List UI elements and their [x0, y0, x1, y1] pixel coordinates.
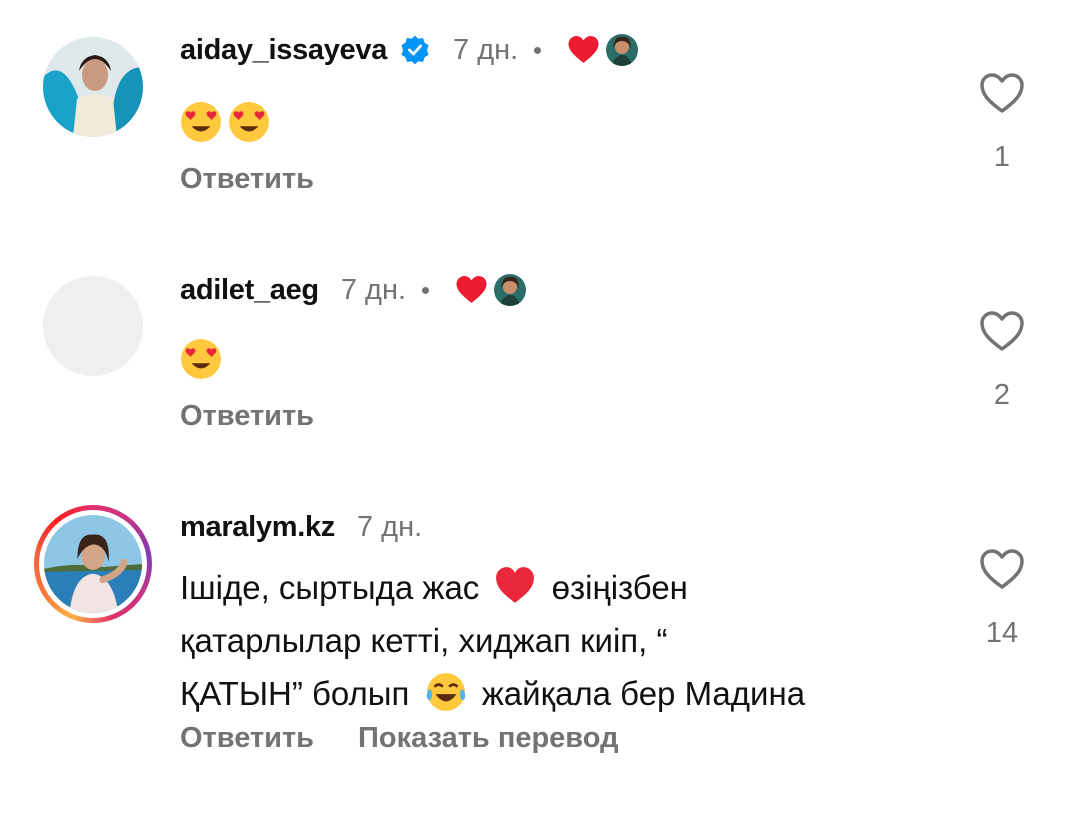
red-heart-emoji-icon [496, 567, 535, 603]
comment-time: 7 дн. [340, 273, 407, 306]
avatar[interactable] [43, 276, 143, 376]
comment-text-segment: қатарлылар кетті, хиджап киіп, “ [180, 622, 668, 659]
username[interactable]: adilet_aeg [180, 274, 319, 307]
reply-button[interactable]: Ответить [180, 163, 314, 196]
author-liked-heart-icon [568, 36, 599, 63]
show-translation-button[interactable]: Показать перевод [358, 722, 618, 755]
comment-text-line: қатарлылар кетті, хиджап киіп, “ [180, 614, 940, 667]
separator-dot [422, 286, 430, 294]
avatar-with-story-ring[interactable] [34, 505, 152, 623]
like-count: 14 [985, 617, 1019, 649]
author-liked-heart-icon [456, 276, 487, 303]
like-heart-icon[interactable] [978, 547, 1026, 591]
heart-eyes-emoji-icon [229, 102, 269, 142]
username[interactable]: aiday_issayeva [180, 34, 387, 67]
avatar-image [43, 37, 143, 137]
like-count: 1 [993, 141, 1011, 173]
avatar-ring-gap [39, 510, 147, 618]
heart-eyes-emoji-icon [181, 102, 221, 142]
like-count: 2 [993, 379, 1011, 411]
heart-eyes-emoji-icon [181, 339, 221, 379]
avatar[interactable] [43, 37, 143, 137]
comment-text-line: Ішіде, сыртыда жас өзіңізбен [180, 561, 940, 614]
comment-text-segment: өзіңізбен [551, 569, 688, 606]
comment-text-segment: жайқала бер Мадина [481, 675, 806, 712]
comment-time: 7 дн. [357, 510, 423, 543]
avatar-image [44, 515, 142, 613]
reply-button[interactable]: Ответить [180, 400, 314, 433]
author-avatar-icon [494, 274, 527, 306]
reply-button[interactable]: Ответить [180, 722, 314, 755]
comment-text [180, 334, 940, 387]
separator-dot [534, 46, 542, 54]
comment-time: 7 дн. [453, 33, 519, 66]
comment-text [180, 97, 940, 150]
comment-text-line: ҚАТЫН” болып жайқала бер Мадина [180, 667, 940, 720]
comment-text-segment: ҚАТЫН” болып [180, 675, 410, 712]
like-heart-icon[interactable] [978, 71, 1026, 115]
tears-of-joy-emoji-icon [426, 673, 465, 711]
like-heart-icon[interactable] [978, 309, 1026, 353]
comment-text-segment: Ішіде, сыртыда жас [180, 569, 480, 606]
username[interactable]: maralym.kz [180, 511, 335, 544]
verified-badge-icon [401, 35, 429, 65]
author-avatar-icon [606, 34, 639, 66]
comment-text: Ішіде, сыртыда жас өзіңізбен қатарлылар … [180, 561, 940, 720]
